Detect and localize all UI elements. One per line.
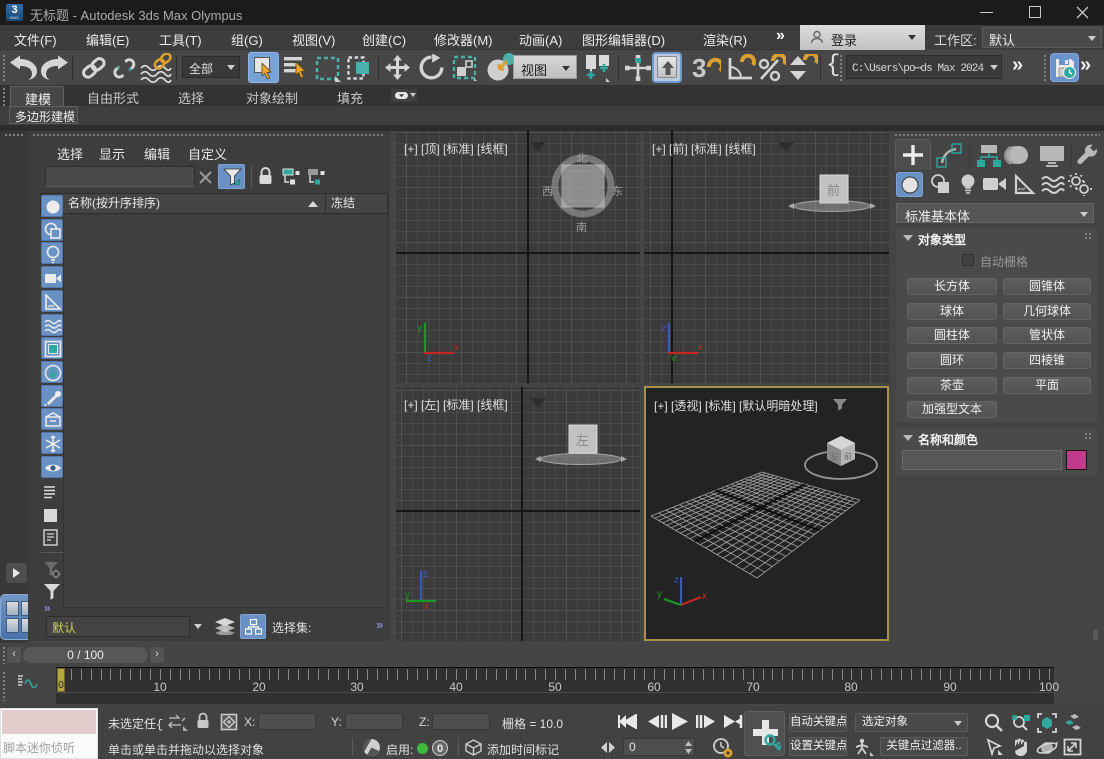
svg-text:左: 左 [830, 451, 838, 461]
svg-text:x: x [454, 342, 459, 353]
svg-text:y: y [671, 353, 676, 361]
svg-text:y: y [405, 590, 410, 601]
svg-text:z: z [661, 323, 666, 334]
svg-text:3: 3 [692, 54, 706, 82]
svg-text:y: y [657, 589, 662, 600]
svg-text:z: z [674, 575, 679, 586]
svg-text:x: x [698, 342, 703, 353]
svg-text:x: x [702, 591, 707, 602]
svg-text:前: 前 [844, 451, 852, 461]
svg-text:y: y [417, 323, 422, 334]
svg-text:x: x [424, 601, 429, 609]
svg-text:前: 前 [827, 183, 840, 198]
svg-text:z: z [423, 569, 428, 580]
svg-text:z: z [427, 353, 432, 361]
svg-text:左: 左 [576, 433, 589, 448]
